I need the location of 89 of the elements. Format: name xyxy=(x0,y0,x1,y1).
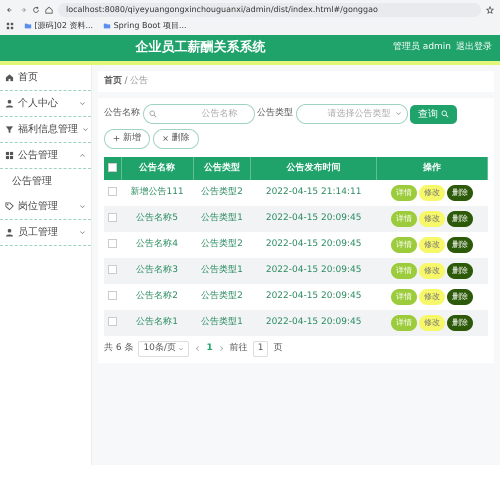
row-checkbox[interactable] xyxy=(108,265,117,274)
reload-icon[interactable] xyxy=(32,6,40,14)
edit-button[interactable]: 修改 xyxy=(418,237,445,253)
table-cell: 公告类型2 xyxy=(193,232,251,258)
row-checkbox[interactable] xyxy=(108,291,117,300)
edit-button[interactable]: 修改 xyxy=(418,263,445,279)
sidebar-item[interactable]: 首页 xyxy=(0,64,91,90)
row-checkbox[interactable] xyxy=(108,317,117,326)
address-bar[interactable]: localhost:8080/qiyeyuangongxinchouguanxi/admin/dist/index.html#/gonggao xyxy=(58,3,481,17)
table-cell: 公告名称2 xyxy=(121,284,194,310)
table-cell: 公告名称3 xyxy=(121,258,194,284)
user-name: 管理员 admin xyxy=(392,40,451,54)
tag-icon xyxy=(5,202,14,210)
search-field[interactable]: 公告名称 xyxy=(142,104,254,124)
field-label: 公告名称 xyxy=(104,107,140,120)
next-page-icon[interactable] xyxy=(218,345,225,352)
bookmark-link[interactable]: Spring Boot 项目... xyxy=(114,20,187,32)
sidebar-item[interactable]: 福利信息管理 xyxy=(0,116,91,142)
apps-icon[interactable] xyxy=(6,22,14,30)
folder-icon xyxy=(24,22,32,30)
edit-button[interactable]: 修改 xyxy=(418,211,445,227)
table-cell: 2022-04-15 20:09:45 xyxy=(250,232,376,258)
table-cell: 公告类型1 xyxy=(193,258,251,284)
delete-button[interactable]: 删除 xyxy=(446,289,473,305)
app-title: 企业员工薪酬关系系统 xyxy=(135,38,266,57)
sidebar-item[interactable]: 公告管理 xyxy=(0,142,91,168)
field-label: 公告类型 xyxy=(257,107,293,120)
column-header: 公告类型 xyxy=(193,156,251,180)
add-button[interactable]: 新增 xyxy=(104,129,150,148)
sidebar-item[interactable]: 岗位管理 xyxy=(0,194,91,220)
table-cell: 公告名称1 xyxy=(121,310,194,336)
table-cell: 公告名称5 xyxy=(121,206,194,232)
delete-button[interactable]: 删除 xyxy=(446,237,473,253)
table-cell: 2022-04-15 20:09:45 xyxy=(250,206,376,232)
delete-button[interactable]: 删除 xyxy=(446,263,473,279)
total-count: 共 6 条 xyxy=(104,342,134,355)
table-cell: 公告类型2 xyxy=(193,284,251,310)
column-header: 公告名称 xyxy=(121,156,194,180)
home-icon[interactable] xyxy=(45,6,53,14)
table-cell: 新增公告111 xyxy=(121,180,194,206)
goto-label: 前往 xyxy=(230,342,248,355)
row-checkbox[interactable] xyxy=(108,213,117,222)
select-field[interactable]: 请选择公告类型 xyxy=(296,104,408,124)
column-header: 公告发布时间 xyxy=(250,156,376,180)
prev-page-icon[interactable] xyxy=(194,345,202,352)
table-cell: 公告类型1 xyxy=(193,310,251,336)
breadcrumb-link[interactable]: 首页 xyxy=(104,74,122,88)
back-icon[interactable] xyxy=(6,6,14,14)
delete-button[interactable]: 删除 xyxy=(446,315,473,331)
page-suffix: 页 xyxy=(273,342,282,355)
table-cell: 2022-04-15 20:09:45 xyxy=(250,258,376,284)
row-checkbox[interactable] xyxy=(108,239,117,248)
star-icon[interactable] xyxy=(486,6,494,14)
table-cell: 2022-04-15 21:14:11 xyxy=(250,180,376,206)
caret-icon xyxy=(394,110,402,117)
row-checkbox[interactable] xyxy=(108,187,117,196)
breadcrumb-current: 公告 xyxy=(130,74,148,88)
column-header: 操作 xyxy=(376,156,488,180)
page-size-select[interactable]: 10条/页 xyxy=(138,341,190,356)
plus-icon xyxy=(113,135,120,142)
person-icon xyxy=(5,98,14,108)
table-cell: 公告类型2 xyxy=(193,180,251,206)
table-cell: 公告名称4 xyxy=(121,232,194,258)
search-icon xyxy=(148,110,156,118)
edit-button[interactable]: 修改 xyxy=(418,289,445,305)
table-cell: 2022-04-15 20:09:45 xyxy=(250,310,376,336)
edit-button[interactable]: 修改 xyxy=(418,315,445,331)
folder-icon xyxy=(103,22,112,30)
edit-button[interactable]: 修改 xyxy=(418,185,445,201)
close-icon xyxy=(162,135,168,142)
grid-icon xyxy=(5,150,14,160)
breadcrumb-separator: / xyxy=(124,74,128,88)
filter-icon xyxy=(5,124,14,134)
forward-icon[interactable] xyxy=(19,6,27,14)
table-cell: 公告类型1 xyxy=(193,206,251,232)
select-all-checkbox[interactable] xyxy=(108,162,117,172)
table-cell: 2022-04-15 20:09:45 xyxy=(250,284,376,310)
delete-button[interactable]: 删除 xyxy=(446,211,473,227)
caret-icon xyxy=(178,346,184,352)
sidebar-item[interactable]: 员工管理 xyxy=(0,220,91,246)
sidebar-item[interactable]: 个人中心 xyxy=(0,90,91,116)
delete-button[interactable]: 删除 xyxy=(446,185,473,201)
sidebar-subitem[interactable]: 公告管理 xyxy=(0,168,91,194)
person-icon xyxy=(5,228,14,236)
bookmark-link[interactable]: [源码]02 资料... xyxy=(34,20,94,32)
home-icon xyxy=(5,72,14,82)
search-icon xyxy=(440,110,448,118)
delete-button[interactable]: 删除 xyxy=(152,129,198,148)
page-input[interactable]: 1 xyxy=(252,341,268,356)
